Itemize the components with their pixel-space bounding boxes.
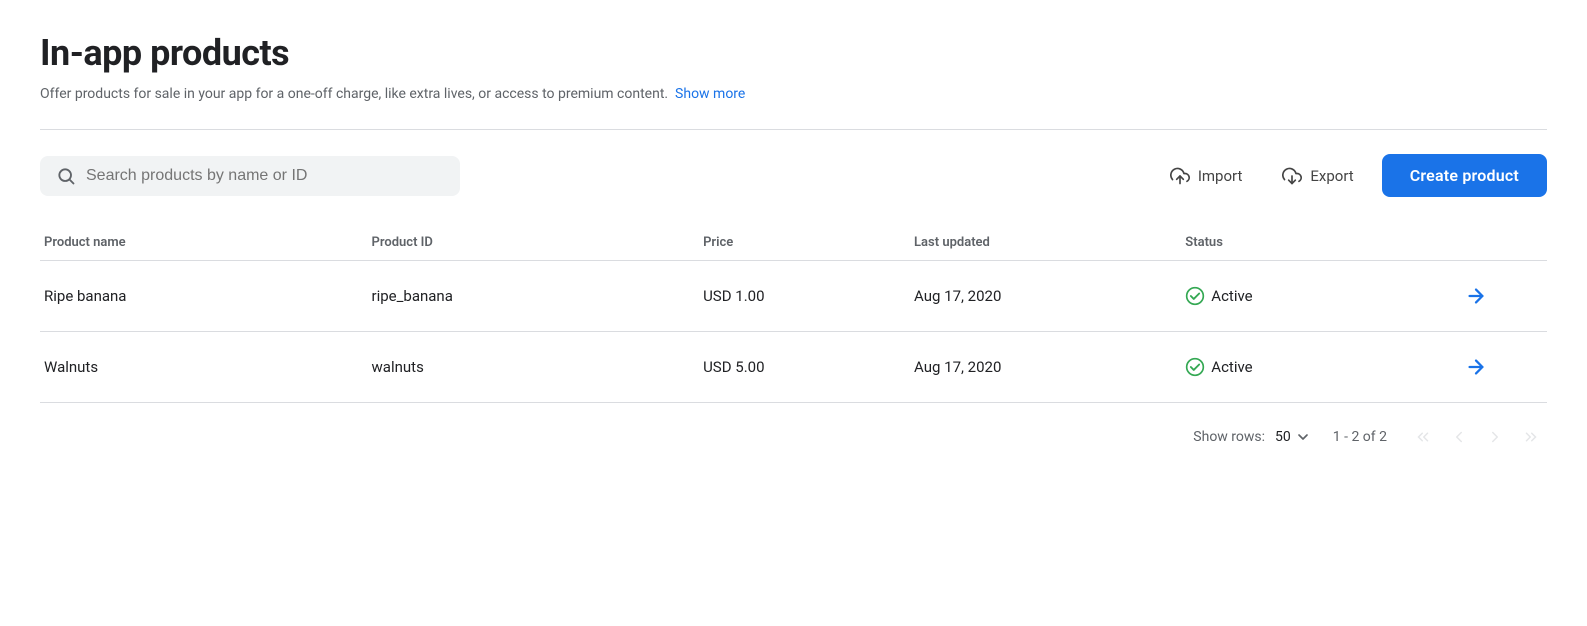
col-header-id: Product ID [372, 225, 704, 261]
first-page-icon [1414, 428, 1432, 446]
col-header-status: Status [1185, 225, 1456, 261]
search-container [40, 156, 460, 196]
cell-price-0: USD 1.00 [703, 261, 914, 332]
page-info: 1 - 2 of 2 [1333, 429, 1387, 445]
export-label: Export [1310, 167, 1353, 185]
rows-per-page-select[interactable]: 50 [1273, 425, 1313, 449]
status-label: Active [1211, 287, 1252, 305]
cell-status-1: Active [1185, 332, 1456, 403]
search-icon [56, 166, 76, 186]
last-page-button[interactable] [1515, 421, 1547, 453]
import-icon [1170, 166, 1190, 186]
last-page-icon [1522, 428, 1540, 446]
row-arrow-button-1[interactable] [1457, 352, 1495, 382]
arrow-right-icon [1465, 356, 1487, 378]
section-divider [40, 129, 1547, 130]
prev-page-button[interactable] [1443, 421, 1475, 453]
cell-updated-1: Aug 17, 2020 [914, 332, 1185, 403]
toolbar: Import Export Create product [40, 154, 1547, 197]
col-header-updated: Last updated [914, 225, 1185, 261]
rows-select-container: Show rows: 50 [1193, 425, 1312, 449]
page-subtitle: Offer products for sale in your app for … [40, 84, 1547, 105]
active-status-icon [1185, 357, 1205, 377]
cell-updated-0: Aug 17, 2020 [914, 261, 1185, 332]
first-page-button[interactable] [1407, 421, 1439, 453]
row-arrow-button-0[interactable] [1457, 281, 1495, 311]
search-input[interactable] [86, 167, 444, 185]
col-header-action [1457, 225, 1547, 261]
next-page-icon [1486, 428, 1504, 446]
show-more-link[interactable]: Show more [675, 86, 745, 102]
cell-id-1: walnuts [372, 332, 704, 403]
cell-id-0: ripe_banana [372, 261, 704, 332]
table-row: Ripe banana ripe_banana USD 1.00 Aug 17,… [40, 261, 1547, 332]
show-rows-label: Show rows: [1193, 429, 1265, 445]
cell-price-1: USD 5.00 [703, 332, 914, 403]
cell-name-1: Walnuts [40, 332, 372, 403]
cell-action-1 [1457, 332, 1547, 403]
status-label: Active [1211, 358, 1252, 376]
cell-status-0: Active [1185, 261, 1456, 332]
export-icon [1282, 166, 1302, 186]
page-title: In-app products [40, 32, 1547, 74]
col-header-name: Product name [40, 225, 372, 261]
col-header-price: Price [703, 225, 914, 261]
chevron-down-icon [1295, 429, 1311, 445]
prev-page-icon [1450, 428, 1468, 446]
export-button[interactable]: Export [1270, 156, 1365, 196]
import-label: Import [1198, 167, 1243, 185]
products-table: Product name Product ID Price Last updat… [40, 225, 1547, 403]
pagination-nav-buttons [1407, 421, 1547, 453]
cell-action-0 [1457, 261, 1547, 332]
next-page-button[interactable] [1479, 421, 1511, 453]
rows-per-page-value: 50 [1275, 429, 1291, 445]
cell-name-0: Ripe banana [40, 261, 372, 332]
import-button[interactable]: Import [1158, 156, 1255, 196]
pagination-bar: Show rows: 50 1 - 2 of 2 [40, 403, 1547, 461]
arrow-right-icon [1465, 285, 1487, 307]
table-row: Walnuts walnuts USD 5.00 Aug 17, 2020 Ac… [40, 332, 1547, 403]
create-product-button[interactable]: Create product [1382, 154, 1547, 197]
table-header-row: Product name Product ID Price Last updat… [40, 225, 1547, 261]
active-status-icon [1185, 286, 1205, 306]
